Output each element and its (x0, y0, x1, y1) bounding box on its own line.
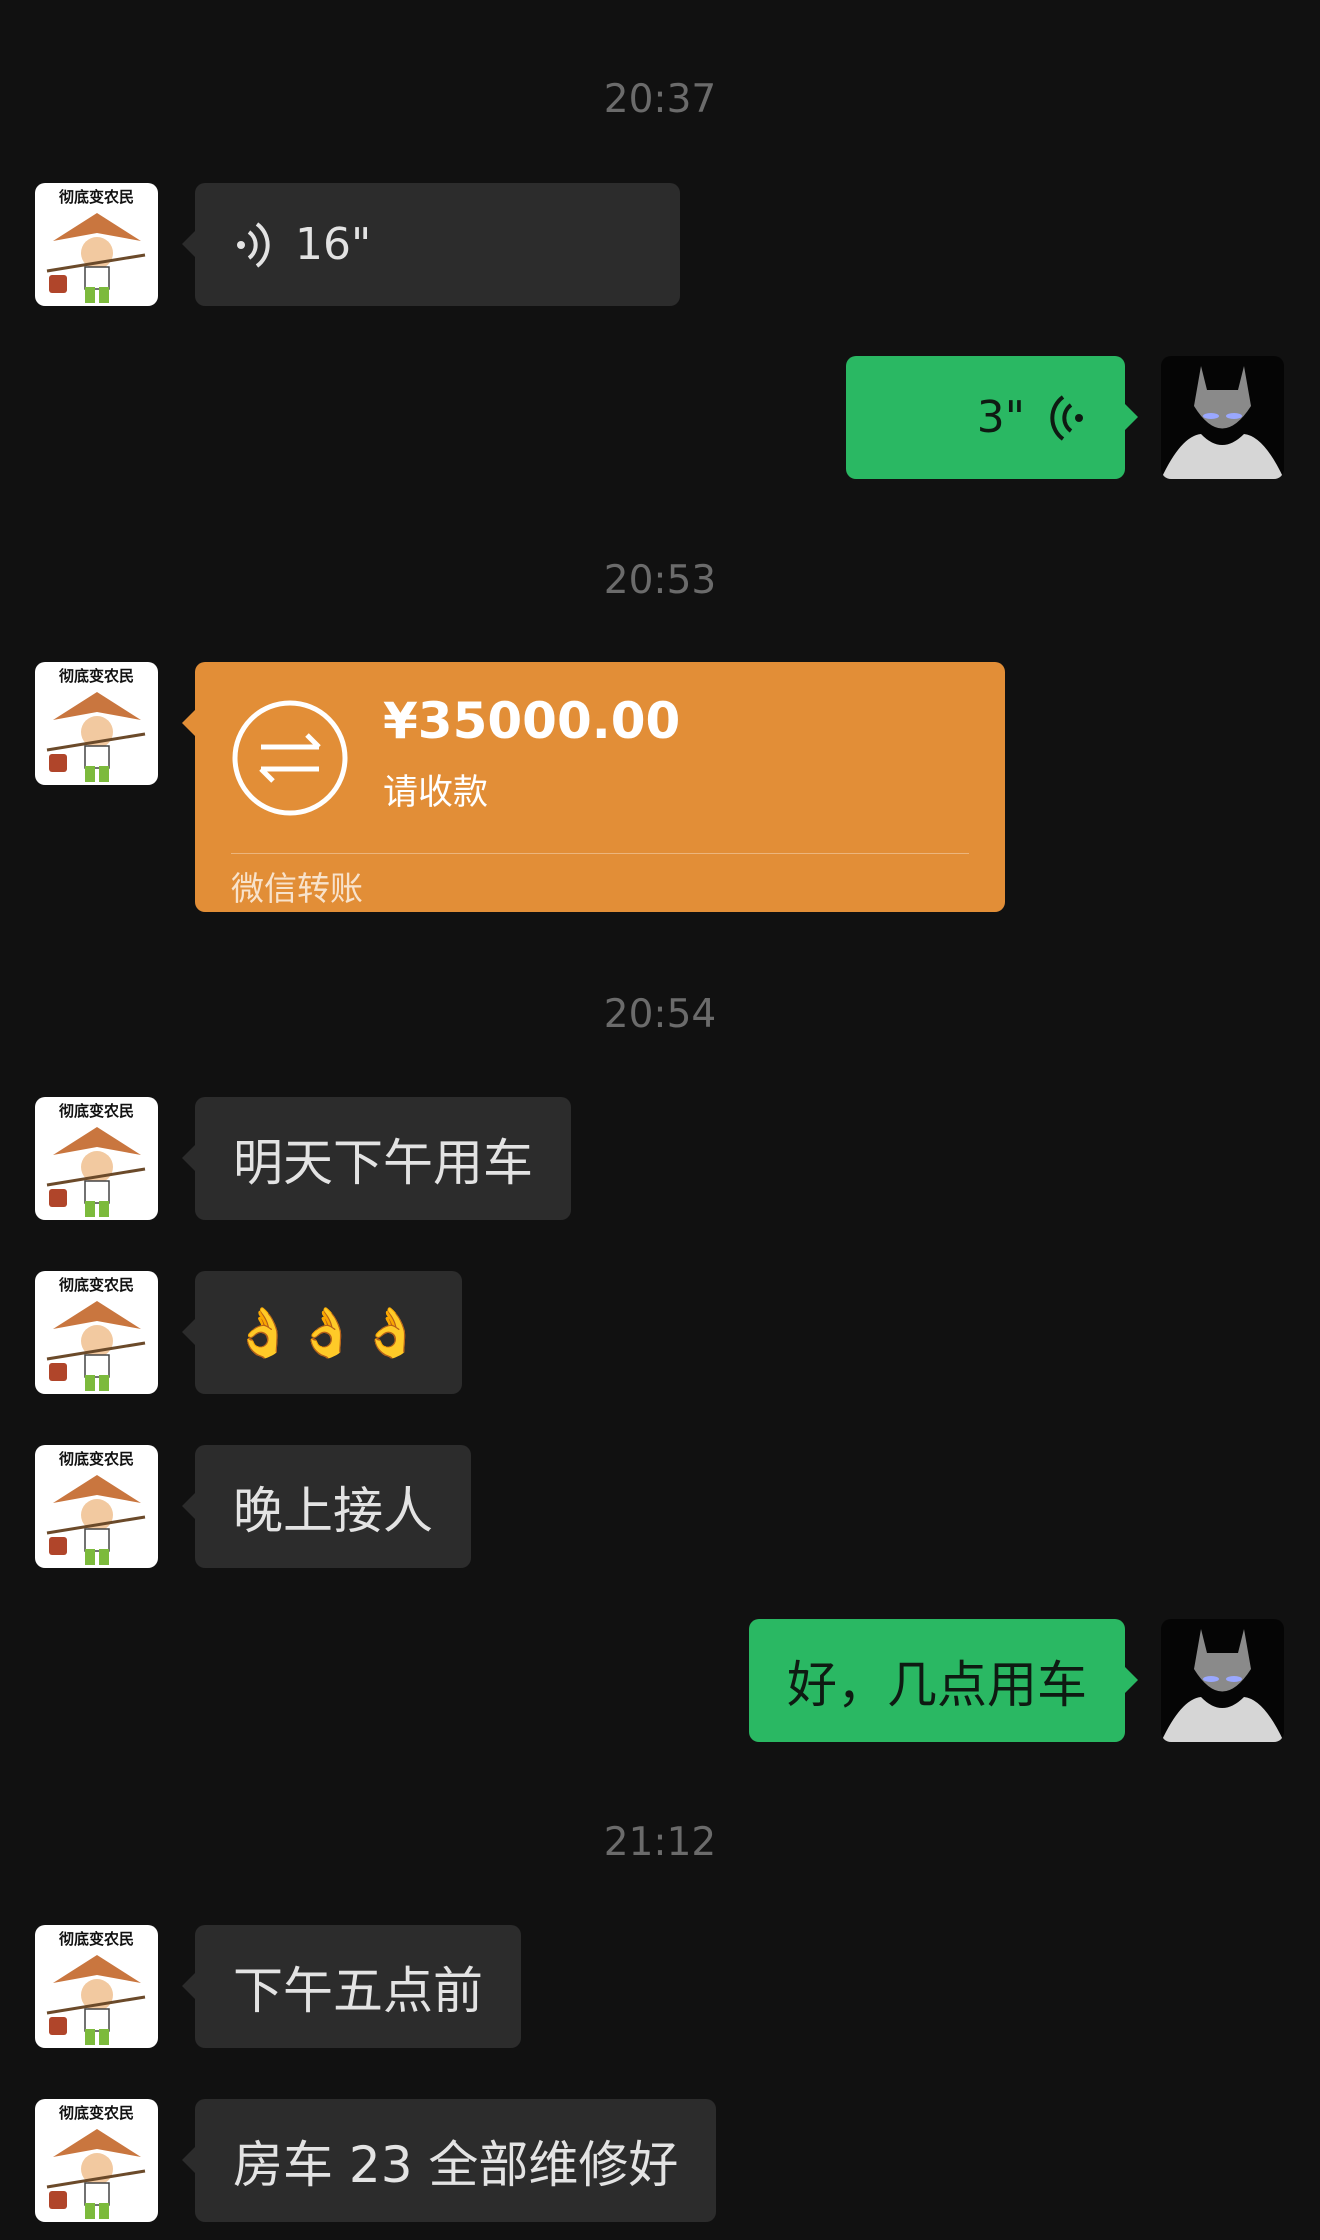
farmer-avatar-icon (46, 1955, 146, 2045)
transfer-status: 请收款 (383, 773, 489, 813)
transfer-amount: ¥35000.00 (383, 692, 681, 750)
outgoing-voice-message[interactable]: 3" (846, 356, 1138, 479)
contact-avatar[interactable]: 彻底变农民 (35, 2099, 158, 2222)
incoming-text-message[interactable]: 晚上接人 (182, 1445, 471, 1568)
my-avatar[interactable] (1161, 356, 1284, 479)
batman-avatar-icon (1161, 1629, 1284, 1742)
farmer-avatar-icon (46, 1127, 146, 1217)
incoming-emoji-message[interactable]: 👌👌👌 (181, 1271, 463, 1394)
farmer-avatar-icon (46, 1301, 146, 1391)
incoming-voice-message[interactable]: 16" (182, 183, 680, 306)
timestamp: 20:54 (603, 992, 717, 1037)
farmer-avatar-icon (46, 2129, 146, 2219)
incoming-text-message[interactable]: 房车 23 全部维修好 (181, 2099, 717, 2222)
farmer-avatar-icon (46, 692, 146, 782)
contact-avatar[interactable]: 彻底变农民 (35, 1925, 158, 2048)
voice-wave-icon (237, 221, 270, 268)
contact-avatar[interactable]: 彻底变农民 (35, 1445, 158, 1568)
timestamp: 20:53 (603, 558, 717, 603)
timestamp: 20:37 (603, 77, 717, 122)
timestamp: 21:12 (603, 1820, 717, 1865)
farmer-avatar-icon (46, 1475, 146, 1565)
wechat-transfer-card[interactable]: ¥35000.00 请收款 微信转账 (182, 662, 1005, 912)
outgoing-text-message[interactable]: 好，几点用车 (749, 1619, 1138, 1742)
batman-avatar-icon (1161, 366, 1284, 479)
transfer-footer: 微信转账 (231, 869, 363, 908)
divider (231, 853, 969, 854)
voice-duration: 3" (976, 392, 1025, 443)
contact-avatar[interactable]: 彻底变农民 (35, 662, 158, 785)
contact-avatar[interactable]: 彻底变农民 (35, 1271, 158, 1394)
voice-duration: 16" (295, 219, 372, 270)
my-avatar[interactable] (1161, 1619, 1284, 1742)
voice-wave-icon (1050, 394, 1083, 441)
incoming-text-message[interactable]: 下午五点前 (182, 1925, 521, 2048)
transfer-arrows-icon (232, 700, 348, 816)
contact-avatar[interactable]: 彻底变农民 (35, 1097, 158, 1220)
contact-avatar[interactable]: 彻底变农民 (35, 183, 158, 306)
farmer-avatar-icon (46, 213, 146, 303)
incoming-text-message[interactable]: 明天下午用车 (182, 1097, 571, 1220)
